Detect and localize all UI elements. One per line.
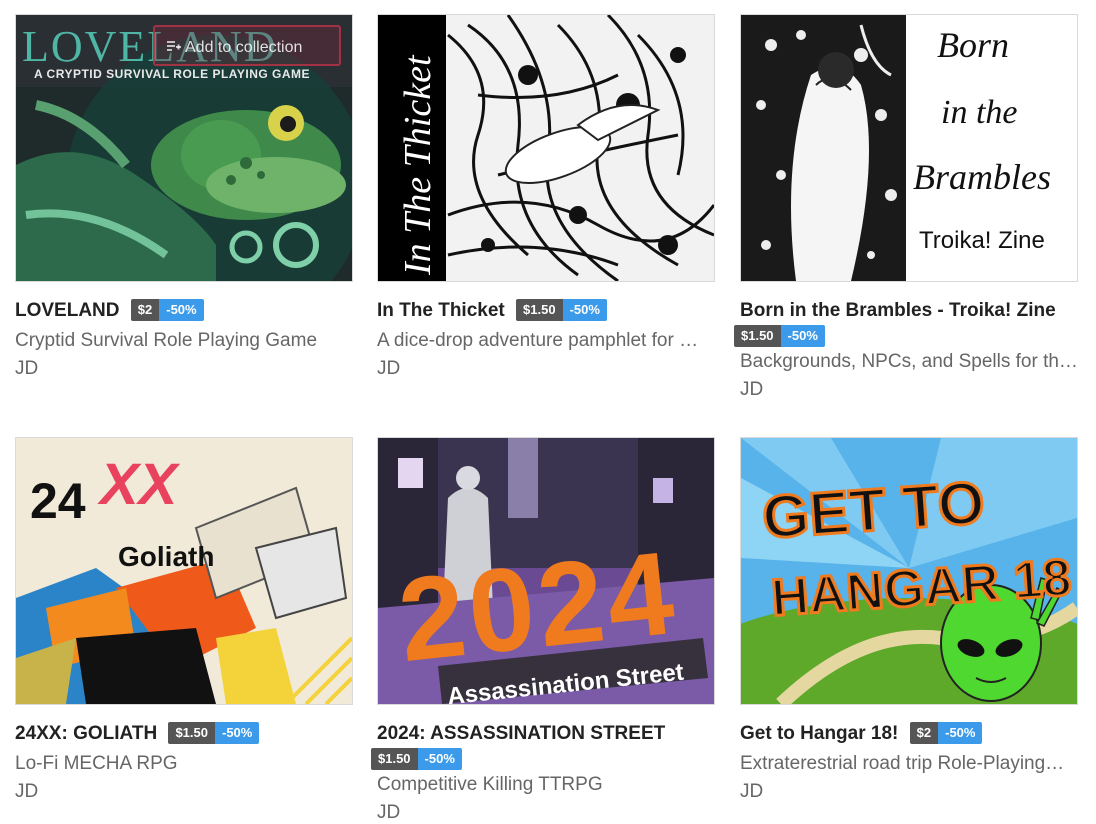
game-cover-link[interactable]: In The Thicket	[377, 14, 715, 282]
cover-heading: In The Thicket	[397, 54, 439, 276]
cover-image: 2024 Assassination Street	[378, 438, 714, 704]
game-description: Lo-Fi MECHA RPG	[15, 753, 178, 774]
price: $1.50	[516, 299, 563, 321]
add-to-collection-icon	[167, 41, 181, 51]
price: $2	[130, 299, 160, 321]
price-tag: $2 -50%	[130, 299, 204, 321]
cover-line3: Brambles	[913, 157, 1051, 197]
game-title[interactable]: In The Thicket	[377, 300, 505, 321]
game-card: In The Thicket In The Thicket $1.50 -50% …	[377, 14, 715, 380]
game-description: Backgrounds, NPCs, and Spells for th…	[740, 351, 1078, 372]
price-tag: $1.50 -50%	[168, 722, 260, 744]
price: $2	[909, 722, 939, 744]
sale-badge: -50%	[562, 299, 607, 321]
sale-badge: -50%	[780, 325, 825, 347]
cover-subheading: A CRYPTID SURVIVAL ROLE PLAYING GAME	[34, 67, 310, 81]
cover-image: In The Thicket	[378, 15, 714, 281]
add-to-collection-button[interactable]: Add to collection	[153, 25, 341, 66]
cover-image: GET TO HANGAR 18	[741, 438, 1077, 704]
add-to-collection-label: Add to collection	[185, 39, 303, 56]
game-title[interactable]: 24XX: GOLIATH	[15, 723, 157, 744]
sale-badge: -50%	[159, 299, 204, 321]
game-cover-link[interactable]: GET TO HANGAR 18	[740, 437, 1078, 705]
price-tag: $1.50 -50%	[371, 748, 462, 770]
game-cover-link[interactable]: Born in the Brambles Troika! Zine	[740, 14, 1078, 282]
cover-xx: XX	[97, 452, 181, 517]
price-tag: $1.50 -50%	[516, 299, 607, 321]
game-description: Extraterestrial road trip Role-Playing…	[740, 753, 1065, 774]
game-author[interactable]: JD	[740, 781, 1078, 803]
game-card: GET TO HANGAR 18 Get to Hangar 18! $2 -50…	[740, 437, 1078, 803]
game-card: Born in the Brambles Troika! Zine Born i…	[734, 14, 1078, 401]
price: $1.50	[168, 722, 215, 744]
cover-line2: in the	[941, 94, 1017, 131]
cover-number: 24	[30, 473, 86, 529]
game-title[interactable]: LOVELAND	[15, 300, 120, 321]
cover-image: Born in the Brambles Troika! Zine	[741, 15, 1077, 281]
game-description: Competitive Killing TTRPG	[377, 774, 603, 795]
game-author[interactable]: JD	[377, 802, 715, 824]
cover-image: 24 XX Goliath	[16, 438, 352, 704]
price: $1.50	[371, 748, 418, 770]
game-title[interactable]: 2024: ASSASSINATION STREET	[377, 723, 665, 744]
game-card: LOVELAND A CRYPTID SURVIVAL ROLE PLAYING…	[15, 14, 353, 380]
game-card: 2024 Assassination Street 2024: ASSASSIN…	[371, 437, 715, 824]
price-tag: $2 -50%	[909, 722, 983, 744]
cover-line4: Troika! Zine	[919, 227, 1045, 254]
sale-badge: -50%	[417, 748, 462, 770]
game-cover-link[interactable]: LOVELAND A CRYPTID SURVIVAL ROLE PLAYING…	[15, 14, 353, 282]
game-cover-link[interactable]: 24 XX Goliath	[15, 437, 353, 705]
game-card: 24 XX Goliath 24XX: GOLIATH $1.50 -50% Lo…	[15, 437, 353, 803]
sale-badge: -50%	[938, 722, 983, 744]
cover-name: Goliath	[118, 541, 214, 572]
cover-line1: Born	[937, 25, 1009, 65]
game-author[interactable]: JD	[15, 358, 353, 380]
game-description: Cryptid Survival Role Playing Game	[15, 330, 318, 351]
game-cover-link[interactable]: 2024 Assassination Street	[377, 437, 715, 705]
game-author[interactable]: JD	[740, 379, 1078, 401]
price-tag: $1.50 -50%	[734, 325, 825, 347]
game-author[interactable]: JD	[15, 781, 353, 803]
game-description: A dice-drop adventure pamphlet for …	[377, 330, 699, 351]
game-author[interactable]: JD	[377, 358, 715, 380]
price: $1.50	[734, 325, 781, 347]
sale-badge: -50%	[215, 722, 260, 744]
game-title[interactable]: Get to Hangar 18!	[740, 723, 898, 744]
game-title[interactable]: Born in the Brambles - Troika! Zine	[740, 300, 1056, 321]
